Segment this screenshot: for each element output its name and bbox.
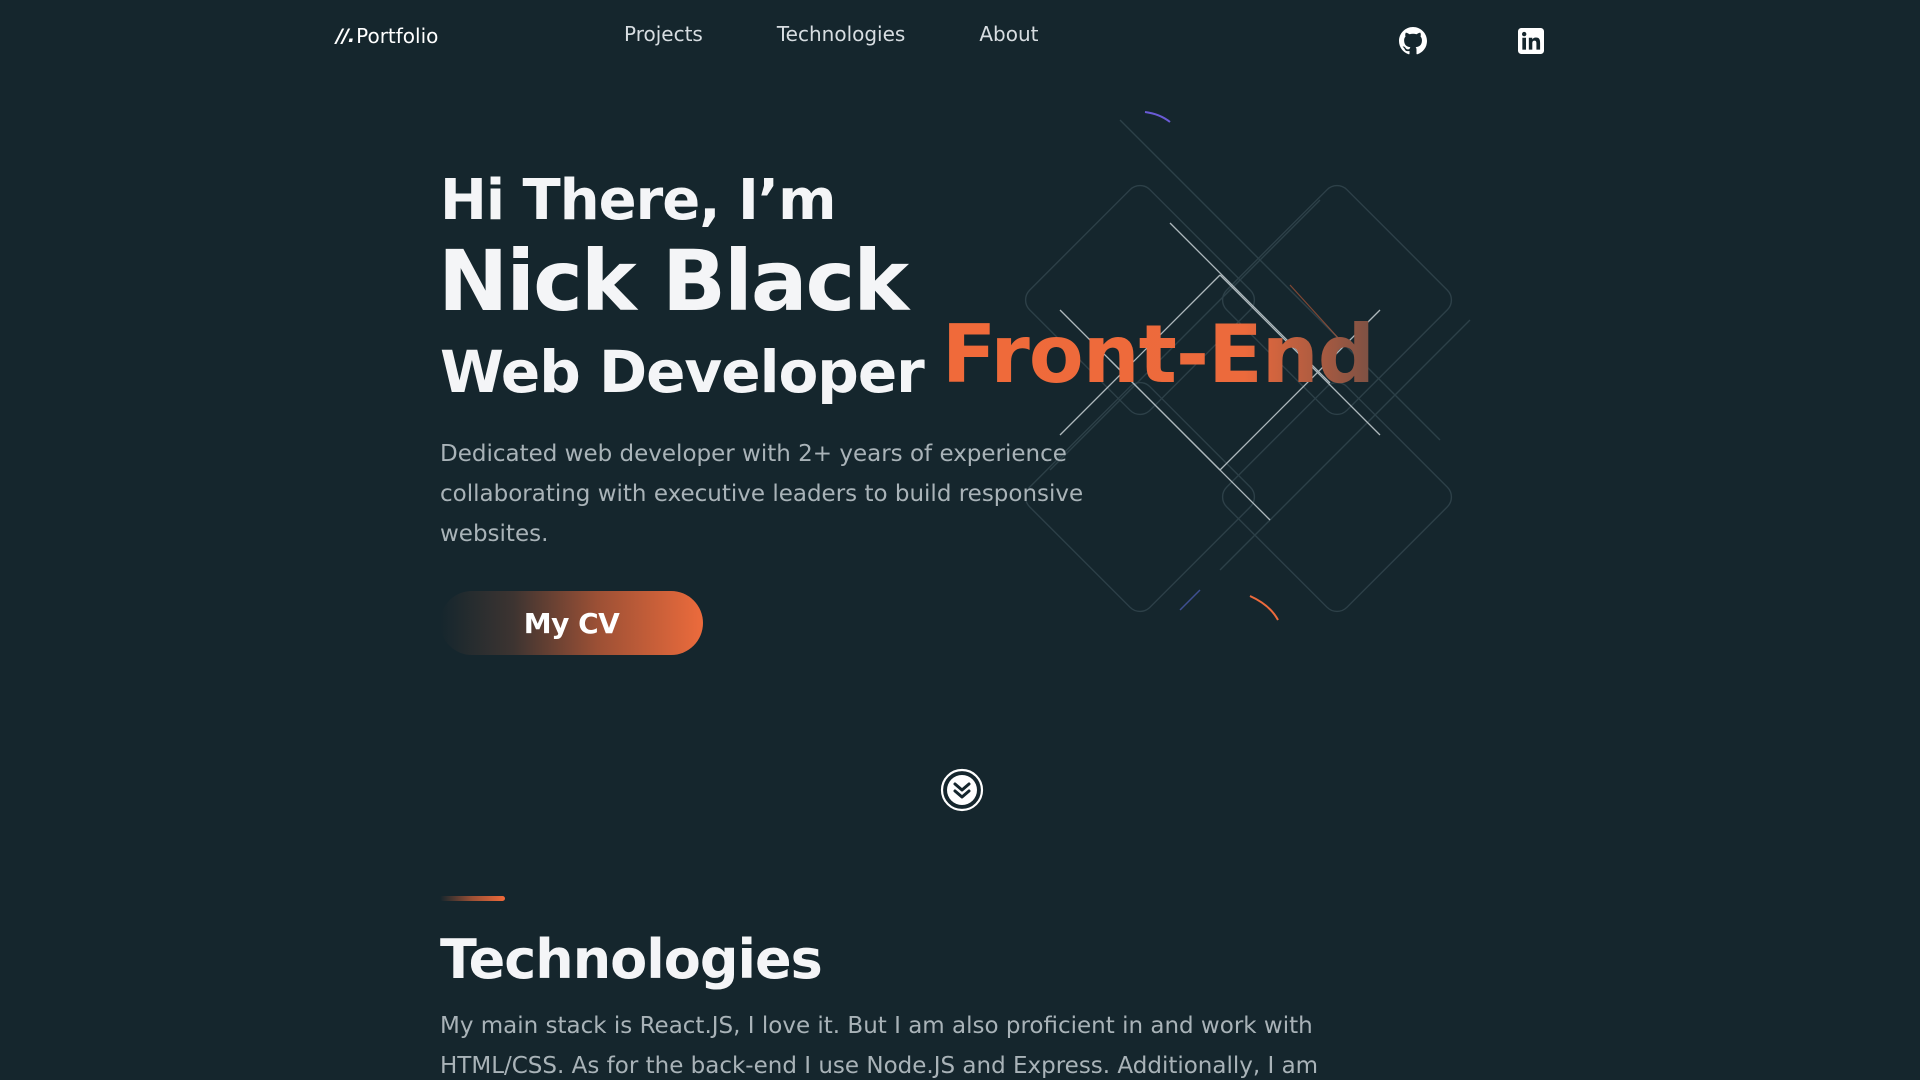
hero-role-title: Web Developer	[440, 338, 925, 406]
chevrons-down-icon[interactable]	[940, 768, 984, 812]
logo-mark: //.	[336, 25, 355, 47]
cv-button[interactable]: My CV	[440, 591, 703, 655]
nav-link-about[interactable]: About	[979, 22, 1038, 46]
hero-intro: Dedicated web developer with 2+ years of…	[440, 441, 1084, 547]
hero-role-accent: Front-End	[941, 308, 1375, 401]
github-link[interactable]	[1398, 26, 1428, 56]
technologies-title: Technologies	[440, 928, 823, 991]
nav-link-projects[interactable]: Projects	[624, 22, 703, 46]
section-divider	[440, 896, 505, 901]
linkedin-link[interactable]	[1516, 26, 1546, 56]
hero-name: Nick Black	[438, 232, 909, 330]
hero-role: Web Developer Front-End	[440, 308, 1375, 411]
logo-link[interactable]: //. Portfolio	[336, 24, 438, 48]
github-icon	[1399, 27, 1427, 55]
nav-links: Projects Technologies About	[624, 22, 1112, 46]
linkedin-icon	[1518, 28, 1544, 54]
navbar: //. Portfolio Projects Technologies Abou…	[0, 0, 1920, 80]
nav-link-technologies[interactable]: Technologies	[777, 22, 905, 46]
page: //. Portfolio Projects Technologies Abou…	[0, 0, 1920, 1080]
technologies-text: My main stack is React.JS, I love it. Bu…	[440, 1013, 1319, 1079]
hero-greeting: Hi There, I’m	[440, 168, 836, 233]
logo-text: Portfolio	[356, 24, 439, 48]
